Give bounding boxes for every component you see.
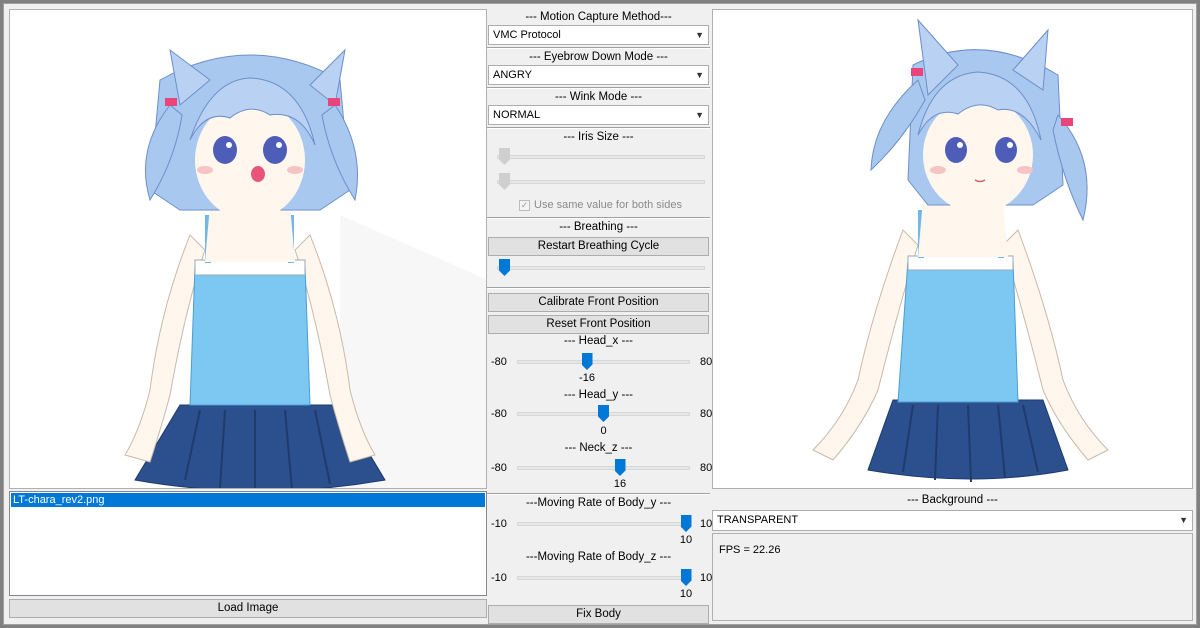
source-character-image (124, 48, 486, 488)
app-window: LT-chara_rev2.png Load Image --- Motion … (3, 3, 1197, 625)
head-x-value: -16 (579, 372, 595, 384)
chevron-down-icon: ▼ (695, 110, 704, 120)
breathing-slider-track[interactable] (497, 266, 705, 270)
body-z-slider-thumb[interactable] (680, 569, 692, 586)
body-z-title: ---Moving Rate of Body_z --- (525, 551, 672, 563)
body-z-value: 10 (679, 588, 693, 600)
head-y-max: 80 (700, 408, 713, 420)
calibrate-front-button[interactable]: Calibrate Front Position (488, 293, 709, 312)
eyebrow-mode-select[interactable]: ANGRY ▼ (488, 65, 709, 85)
head-x-title: --- Head_x --- (563, 335, 633, 347)
body-y-max: 10 (700, 518, 713, 530)
fps-display: FPS = 22.26 (712, 533, 1193, 621)
load-image-button[interactable]: Load Image (9, 599, 487, 618)
head-y-title: --- Head_y --- (563, 389, 633, 401)
restart-breathing-button[interactable]: Restart Breathing Cycle (488, 237, 709, 256)
neck-z-slider-track[interactable] (517, 466, 690, 470)
motion-capture-title: --- Motion Capture Method--- (525, 11, 672, 23)
body-y-slider-thumb[interactable] (680, 515, 692, 532)
divider (487, 87, 710, 89)
same-value-label: Use same value for both sides (534, 199, 682, 211)
wink-mode-value: NORMAL (493, 109, 541, 121)
divider (487, 493, 710, 495)
head-x-max: 80 (700, 356, 713, 368)
body-z-min: -10 (491, 572, 507, 584)
body-y-title: ---Moving Rate of Body_y --- (525, 497, 672, 509)
file-listbox[interactable]: LT-chara_rev2.png (9, 491, 487, 596)
chevron-down-icon: ▼ (695, 70, 704, 80)
chevron-down-icon: ▼ (695, 30, 704, 40)
divider (487, 47, 710, 49)
iris-left-slider-track[interactable] (497, 155, 705, 159)
same-value-checkbox[interactable]: ✓ (519, 200, 530, 211)
divider (487, 127, 710, 129)
wink-mode-select[interactable]: NORMAL ▼ (488, 105, 709, 125)
controls-panel: --- Motion Capture Method--- VMC Protoco… (487, 9, 713, 624)
iris-right-slider-thumb[interactable] (499, 173, 510, 190)
background-value: TRANSPARENT (717, 514, 799, 526)
wink-mode-title: --- Wink Mode --- (555, 91, 642, 103)
head-x-min: -80 (491, 356, 507, 368)
neck-z-title: --- Neck_z --- (564, 442, 633, 454)
motion-capture-select[interactable]: VMC Protocol ▼ (488, 25, 709, 45)
source-image-pane (9, 9, 487, 489)
output-image-pane (712, 9, 1193, 489)
head-x-slider-track[interactable] (517, 360, 690, 364)
iris-right-slider-track[interactable] (497, 180, 705, 184)
eyebrow-mode-title: --- Eyebrow Down Mode --- (529, 51, 668, 63)
reset-front-button[interactable]: Reset Front Position (488, 315, 709, 334)
body-y-min: -10 (491, 518, 507, 530)
iris-size-title: --- Iris Size --- (563, 131, 634, 143)
motion-capture-value: VMC Protocol (493, 29, 561, 41)
body-y-slider-track[interactable] (517, 522, 690, 526)
head-x-slider-thumb[interactable] (581, 353, 593, 370)
background-select[interactable]: TRANSPARENT ▼ (712, 510, 1193, 531)
fps-text: FPS = 22.26 (719, 544, 781, 556)
breathing-title: --- Breathing --- (559, 221, 638, 233)
body-z-slider-track[interactable] (517, 576, 690, 580)
head-y-min: -80 (491, 408, 507, 420)
head-y-slider-thumb[interactable] (598, 405, 609, 422)
output-character-image (812, 18, 1109, 483)
iris-left-slider-thumb[interactable] (499, 148, 510, 165)
fix-body-button[interactable]: Fix Body (488, 605, 709, 624)
background-title: --- Background --- (907, 494, 998, 506)
neck-z-min: -80 (491, 462, 507, 474)
head-y-value: 0 (600, 425, 607, 437)
file-list-item[interactable]: LT-chara_rev2.png (11, 493, 485, 507)
eyebrow-mode-value: ANGRY (493, 69, 532, 81)
divider (487, 287, 710, 289)
chevron-down-icon: ▼ (1179, 515, 1188, 525)
neck-z-max: 80 (700, 462, 713, 474)
divider (487, 217, 710, 219)
neck-z-slider-thumb[interactable] (614, 459, 626, 476)
breathing-slider-thumb[interactable] (499, 259, 510, 276)
neck-z-value: 16 (613, 478, 627, 490)
body-z-max: 10 (700, 572, 713, 584)
body-y-value: 10 (679, 534, 693, 546)
